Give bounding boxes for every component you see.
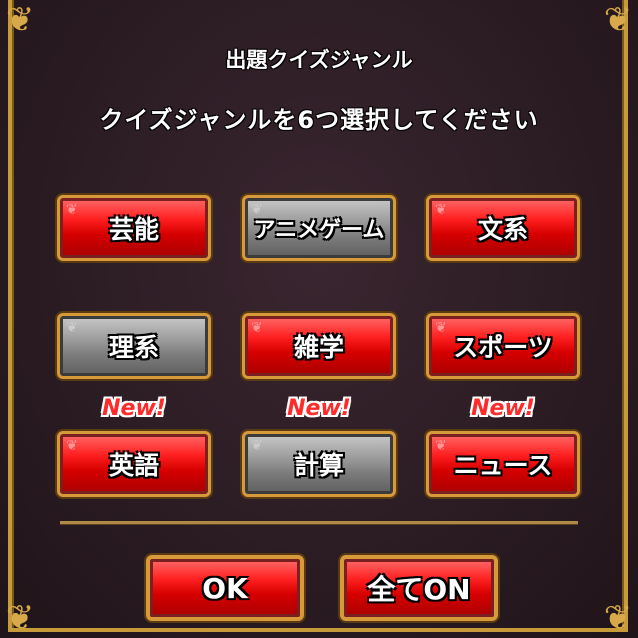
genre-button-keisan[interactable]: ❦ 計算 bbox=[242, 431, 396, 497]
genre-button-news[interactable]: ❦ ニュース bbox=[426, 431, 580, 497]
quiz-genre-dialog: ❦ ❦ ❦ ❦ 出題クイズジャンル クイズジャンルを6つ選択してください ❦ 芸… bbox=[0, 0, 638, 638]
ornament-icon: ❦ bbox=[66, 320, 78, 336]
genre-label: ニュース bbox=[453, 451, 553, 480]
ok-label: OK bbox=[202, 571, 248, 605]
all-on-button[interactable]: 全てON bbox=[340, 555, 498, 621]
genre-label: スポーツ bbox=[453, 333, 553, 362]
ornament-icon: ❦ bbox=[251, 438, 263, 454]
ok-button[interactable]: OK bbox=[146, 555, 304, 621]
divider bbox=[60, 521, 578, 524]
genre-button-bunkei[interactable]: ❦ 文系 bbox=[426, 195, 580, 261]
ornament-icon: ❦ bbox=[435, 202, 447, 218]
genre-label: 芸能 bbox=[108, 215, 159, 244]
ornament-icon: ❦ bbox=[435, 320, 447, 336]
genre-button-rikei[interactable]: ❦ 理系 bbox=[57, 313, 211, 379]
ornament-icon: ❦ bbox=[251, 320, 263, 336]
new-badge: New! bbox=[471, 396, 535, 421]
genre-label: 理系 bbox=[108, 333, 159, 362]
ornament-icon: ❦ bbox=[66, 438, 78, 454]
genre-label: 文系 bbox=[477, 215, 528, 244]
genre-button-anime-game[interactable]: ❦ アニメゲーム bbox=[242, 195, 396, 261]
corner-ornament-icon: ❦ bbox=[603, 598, 633, 638]
new-badge: New! bbox=[287, 396, 351, 421]
corner-ornament-icon: ❦ bbox=[603, 0, 633, 40]
genre-label: 計算 bbox=[293, 451, 344, 480]
dialog-instruction: クイズジャンルを6つ選択してください bbox=[99, 106, 539, 134]
genre-label: 雑学 bbox=[293, 333, 344, 362]
new-badge: New! bbox=[102, 396, 166, 421]
ornament-icon: ❦ bbox=[435, 438, 447, 454]
genre-label: 英語 bbox=[108, 451, 159, 480]
ornament-icon: ❦ bbox=[251, 202, 263, 218]
genre-button-sports[interactable]: ❦ スポーツ bbox=[426, 313, 580, 379]
corner-ornament-icon: ❦ bbox=[5, 0, 35, 40]
genre-label: アニメゲーム bbox=[253, 218, 385, 243]
dialog-title: 出題クイズジャンル bbox=[225, 48, 413, 72]
ornament-icon: ❦ bbox=[66, 202, 78, 218]
genre-button-zatsugaku[interactable]: ❦ 雑学 bbox=[242, 313, 396, 379]
all-on-label: 全てON bbox=[367, 573, 471, 606]
genre-button-eigo[interactable]: ❦ 英語 bbox=[57, 431, 211, 497]
corner-ornament-icon: ❦ bbox=[5, 598, 35, 638]
genre-button-geinou[interactable]: ❦ 芸能 bbox=[57, 195, 211, 261]
